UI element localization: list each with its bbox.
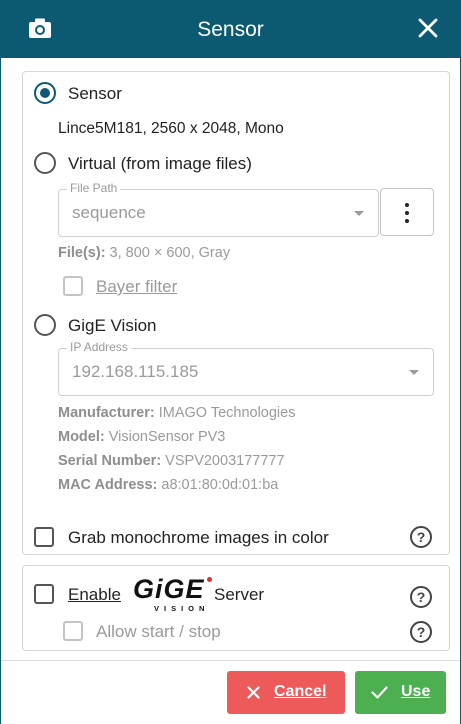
sensor-description: Lince5M181, 2560 x 2048, Mono <box>58 120 284 137</box>
source-panel: Sensor Lince5M181, 2560 x 2048, Mono Vir… <box>22 71 450 555</box>
gige-radio[interactable] <box>34 314 56 336</box>
files-info: File(s): 3, 800 × 600, Gray <box>58 245 230 261</box>
gige-logo-dot <box>207 577 212 582</box>
chevron-down-icon <box>354 211 364 216</box>
use-button[interactable]: Use <box>355 671 446 714</box>
server-panel: Enable GiGE VISION Server ? Allow start … <box>22 565 450 651</box>
allow-start-stop-checkbox[interactable] <box>63 621 83 641</box>
virtual-radio-label[interactable]: Virtual (from image files) <box>68 154 252 174</box>
more-vert-icon-dot <box>405 219 409 223</box>
help-icon[interactable]: ? <box>410 526 432 548</box>
files-info-value: 3, 800 × 600, Gray <box>105 245 231 261</box>
enable-server-checkbox[interactable] <box>34 584 54 604</box>
allow-start-stop-label[interactable]: Allow start / stop <box>96 622 221 642</box>
enable-label[interactable]: Enable <box>68 585 121 605</box>
info-value: a8:01:80:0d:01:ba <box>157 477 279 493</box>
close-icon <box>247 686 260 699</box>
info-value: IMAGO Technologies <box>154 405 296 421</box>
info-label: Model: <box>58 429 105 445</box>
title-bar: Sensor <box>0 0 461 58</box>
more-vert-icon-dot <box>405 211 409 215</box>
grab-mono-checkbox[interactable] <box>34 527 54 547</box>
ip-address-legend: IP Address <box>67 340 131 354</box>
bayer-filter-label[interactable]: Bayer filter <box>96 277 177 297</box>
gige-logo-text: GiGE <box>133 574 205 604</box>
serial-number-info: Serial Number: VSPV2003177777 <box>58 453 285 469</box>
more-options-button[interactable] <box>380 188 434 236</box>
gige-logo-subtext: VISION <box>154 604 210 613</box>
check-icon <box>371 686 388 699</box>
info-label: Manufacturer: <box>58 405 155 421</box>
manufacturer-info: Manufacturer: IMAGO Technologies <box>58 405 295 421</box>
virtual-radio[interactable] <box>34 152 56 174</box>
more-vert-icon <box>405 203 409 207</box>
info-label: Serial Number: <box>58 453 162 469</box>
cancel-button[interactable]: Cancel <box>227 671 345 714</box>
close-icon[interactable] <box>417 17 439 39</box>
mac-address-info: MAC Address: a8:01:80:0d:01:ba <box>58 477 278 493</box>
file-path-select[interactable]: File Path sequence <box>58 181 379 237</box>
help-icon[interactable]: ? <box>410 621 432 643</box>
info-value: VisionSensor PV3 <box>104 429 226 445</box>
gige-vision-logo: GiGE VISION <box>133 574 213 614</box>
use-button-label: Use <box>401 683 431 700</box>
cancel-button-label: Cancel <box>274 683 327 700</box>
server-label: Server <box>214 585 265 604</box>
ip-address-value: 192.168.115.185 <box>72 362 199 381</box>
model-info: Model: VisionSensor PV3 <box>58 429 225 445</box>
file-path-legend: File Path <box>67 181 121 195</box>
files-info-label: File(s): <box>58 245 106 261</box>
dialog-title: Sensor <box>197 18 264 41</box>
bayer-filter-checkbox[interactable] <box>63 276 83 296</box>
sensor-radio[interactable] <box>34 82 56 104</box>
grab-mono-label[interactable]: Grab monochrome images in color <box>68 528 329 548</box>
info-value: VSPV2003177777 <box>161 453 285 469</box>
chevron-down-icon <box>409 370 419 375</box>
ip-address-select[interactable]: IP Address 192.168.115.185 <box>58 340 434 396</box>
help-icon[interactable]: ? <box>410 586 432 608</box>
info-label: MAC Address: <box>58 477 158 493</box>
file-path-value: sequence <box>72 203 146 222</box>
footer-divider <box>1 660 460 661</box>
gige-radio-label[interactable]: GigE Vision <box>68 316 157 336</box>
sensor-radio-label[interactable]: Sensor <box>68 84 122 104</box>
